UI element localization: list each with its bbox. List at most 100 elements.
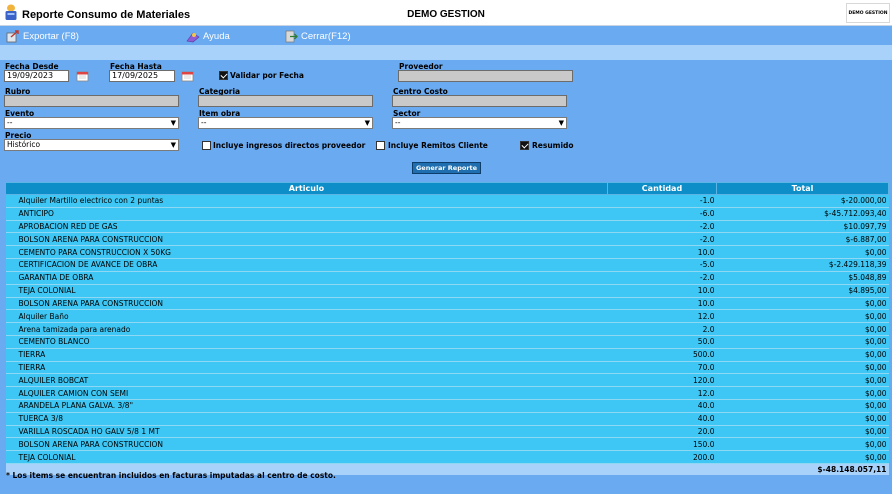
articulo-cell: Alquiler Baño [5,309,608,324]
total-cell: $0,00 [716,450,889,465]
cantidad-cell: 40.0 [607,399,717,413]
cantidad-cell: -2.0 [607,232,717,247]
total-cell: $5.048,89 [716,271,889,285]
cantidad-cell: 70.0 [607,361,717,375]
sector-select[interactable]: -- ▼ [392,117,567,129]
page-title: Reporte Consumo de Materiales [22,9,191,21]
total-cell: $-20.000,00 [716,194,889,208]
table-row[interactable]: GARANTIA DE OBRA -2.0 $5.048,89 [5,271,889,285]
cantidad-cell: 200.0 [607,450,717,465]
cantidad-cell: 10.0 [607,284,717,298]
rubro-input[interactable] [4,95,179,107]
cantidad-cell: 12.0 [607,309,717,324]
table-header-row: Articulo Cantidad Total [5,182,889,195]
articulo-cell: TEJA COLONIAL [5,284,608,298]
articulo-cell: VARILLA ROSCADA HO GALV 5/8 1 MT [5,425,608,439]
table-row[interactable]: CERTIFICACION DE AVANCE DE OBRA -5.0 $-2.4… [5,258,889,272]
column-header-total[interactable]: Total [716,182,889,195]
cantidad-cell: 2.0 [607,322,717,336]
close-label: Cerrar(F12) [301,30,351,42]
articulo-cell: TIERRA [5,348,608,362]
total-cell: $0,00 [716,348,889,362]
incluye-remitos-label: Incluye Remitos Cliente [388,141,488,150]
table-row[interactable]: TUERCA 3/8 40.0 $0,00 [5,412,889,426]
resumido-label: Resumido [532,141,574,150]
total-cell: $-45.712.093,40 [716,207,889,221]
calendar-icon[interactable] [76,70,90,82]
separator-strip [0,45,892,60]
table-row[interactable]: BOLSON ARENA PARA CONSTRUCCION 10.0 $0,00 [5,297,889,311]
table-body: Alquiler Martillo electrico con 2 puntas… [5,194,889,475]
validar-fecha-checkbox[interactable] [219,71,228,80]
validar-fecha-label: Validar por Fecha [230,71,304,80]
item-obra-value: -- [201,118,207,127]
articulo-cell: ALQUILER CAMION CON SEMI [5,386,608,400]
cantidad-cell: 150.0 [607,437,717,452]
table-row[interactable]: ARANDELA PLANA GALVA. 3/8" 40.0 $0,00 [5,399,889,413]
fecha-desde-input[interactable]: 19/09/2023 [4,70,69,82]
table-row[interactable]: Alquiler Baño 12.0 $0,00 [5,309,889,324]
footnote: * Los items se encuentran incluidos en f… [6,471,336,480]
cantidad-cell: 40.0 [607,412,717,426]
table-row[interactable]: TIERRA 500.0 $0,00 [5,348,889,362]
precio-select[interactable]: Histórico ▼ [4,139,179,151]
table-row[interactable]: ALQUILER CAMION CON SEMI 12.0 $0,00 [5,386,889,400]
categoria-input[interactable] [198,95,373,107]
table-row[interactable]: CEMENTO PARA CONSTRUCCION X 50KG 10.0 $0,0… [5,245,889,260]
export-button[interactable]: Exportar (F8) [6,29,79,43]
cantidad-cell: 120.0 [607,373,717,388]
articulo-cell: GARANTIA DE OBRA [5,271,608,285]
calendar-icon[interactable] [181,70,195,82]
column-header-cantidad[interactable]: Cantidad [607,182,717,195]
proveedor-input[interactable] [398,70,573,82]
table-row[interactable]: VARILLA ROSCADA HO GALV 5/8 1 MT 20.0 $0,0… [5,425,889,439]
centro-costo-input[interactable] [392,95,567,107]
incluye-remitos-checkbox[interactable] [376,141,385,150]
articulo-cell: TIERRA [5,361,608,375]
cantidad-cell: -2.0 [607,220,717,234]
table-row[interactable]: Alquiler Martillo electrico con 2 puntas… [5,194,889,208]
resumido-checkbox[interactable] [520,141,529,150]
close-icon [285,30,298,42]
articulo-cell: TEJA COLONIAL [5,450,608,465]
table-row[interactable]: Arena tamizada para arenado 2.0 $0,00 [5,322,889,336]
report-table: Articulo Cantidad Total Alquiler Martill… [5,182,889,475]
incluye-ingresos-checkbox[interactable] [202,141,211,150]
help-button[interactable]: Ayuda [186,29,230,43]
table-row[interactable]: TIERRA 70.0 $0,00 [5,361,889,375]
column-header-articulo[interactable]: Articulo [5,182,608,195]
total-cell: $0,00 [716,399,889,413]
total-cell: $0,00 [716,437,889,452]
generar-reporte-button[interactable]: Generar Reporte [412,162,481,174]
articulo-cell: ALQUILER BOBCAT [5,373,608,388]
item-obra-select[interactable]: -- ▼ [198,117,373,129]
export-label: Exportar (F8) [23,30,79,42]
total-cell: $0,00 [716,373,889,388]
table-row[interactable]: ALQUILER BOBCAT 120.0 $0,00 [5,373,889,388]
app-logo-icon [5,4,17,20]
cantidad-cell: -1.0 [607,194,717,208]
total-cell: $4.895,00 [716,284,889,298]
cantidad-cell: 500.0 [607,348,717,362]
precio-value: Histórico [7,140,41,149]
chevron-down-icon: ▼ [364,119,370,127]
table-row[interactable]: CEMENTO BLANCO 50.0 $0,00 [5,335,889,349]
articulo-cell: ARANDELA PLANA GALVA. 3/8" [5,399,608,413]
table-row[interactable]: TEJA COLONIAL 200.0 $0,00 [5,450,889,465]
total-cell: $-6.887,00 [716,232,889,247]
chevron-down-icon: ▼ [558,119,564,127]
table-row[interactable]: BOLSON ARENA PARA CONSTRUCCION -2.0 $-6.88… [5,232,889,247]
cantidad-cell: -6.0 [607,207,717,221]
cantidad-cell: 10.0 [607,297,717,311]
table-row[interactable]: ANTICIPO -6.0 $-45.712.093,40 [5,207,889,221]
cantidad-cell: 12.0 [607,386,717,400]
close-button[interactable]: Cerrar(F12) [284,29,351,43]
fecha-hasta-input[interactable]: 17/09/2025 [109,70,175,82]
company-logo: DEMO GESTION [846,3,890,23]
table-row[interactable]: TEJA COLONIAL 10.0 $4.895,00 [5,284,889,298]
articulo-cell: CEMENTO BLANCO [5,335,608,349]
total-cell: $0,00 [716,361,889,375]
evento-select[interactable]: -- ▼ [4,117,179,129]
table-row[interactable]: APROBACION RED DE GAS -2.0 $10.097,79 [5,220,889,234]
table-row[interactable]: BOLSON ARENA PARA CONSTRUCCION 150.0 $0,00 [5,437,889,452]
